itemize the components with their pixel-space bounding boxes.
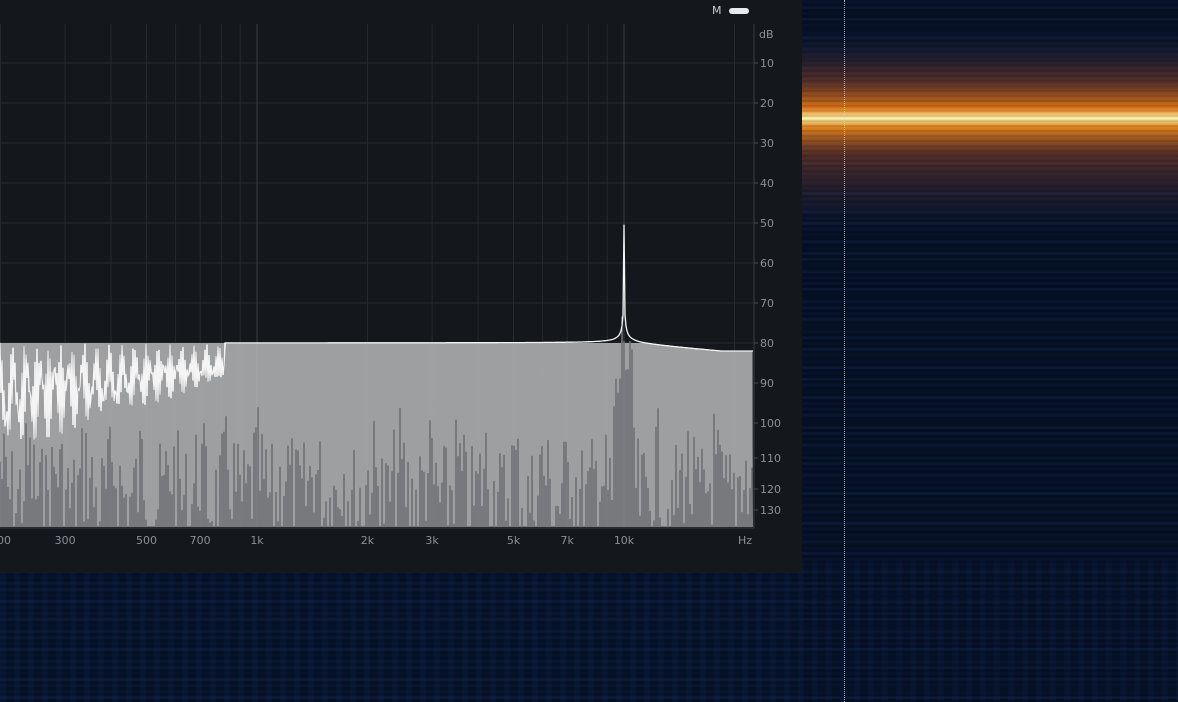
frequency-tick-labels: 200 300 500 700 1k 2k 3k 5k 7k 10k bbox=[0, 534, 635, 547]
frequency-tick-label: 2k bbox=[361, 534, 375, 547]
db-tick-label: 30 bbox=[760, 137, 774, 150]
db-tick-label: 80 bbox=[760, 337, 774, 350]
frequency-tick-label: 10k bbox=[614, 534, 635, 547]
frequency-tick-label: 3k bbox=[425, 534, 439, 547]
hz-unit-label: Hz bbox=[738, 534, 752, 547]
db-unit-label: dB bbox=[759, 28, 774, 41]
frequency-tick-label: 700 bbox=[190, 534, 211, 547]
playhead-cursor-line[interactable] bbox=[844, 0, 845, 702]
frequency-tick-label: 300 bbox=[55, 534, 76, 547]
db-tick-label: 120 bbox=[760, 483, 781, 496]
frequency-tick-label: 1k bbox=[250, 534, 264, 547]
frequency-tick-label: 7k bbox=[560, 534, 574, 547]
db-tick-label: 50 bbox=[760, 217, 774, 230]
db-tick-label: 70 bbox=[760, 297, 774, 310]
db-tick-label: 10 bbox=[760, 57, 774, 70]
mode-label: M bbox=[712, 4, 722, 17]
db-tick-label: 40 bbox=[760, 177, 774, 190]
db-tick-labels: 10 20 30 40 50 60 70 80 90 100 110 120 130 bbox=[754, 57, 781, 517]
db-tick-label: 60 bbox=[760, 257, 774, 270]
db-tick-label: 110 bbox=[760, 452, 781, 465]
db-tick-label: 130 bbox=[760, 504, 781, 517]
frequency-tick-label: 500 bbox=[136, 534, 157, 547]
spectrum-analyzer-window: dB Hz 10 20 30 40 50 60 70 80 90 100 110 120 130 200… bbox=[0, 0, 1178, 702]
spectrum-curves bbox=[0, 224, 753, 527]
frequency-tick-label: 200 bbox=[0, 534, 11, 547]
mode-toggle-button[interactable] bbox=[729, 8, 749, 14]
spectrum-analyzer-panel[interactable]: dB Hz 10 20 30 40 50 60 70 80 90 100 110 120 130 200… bbox=[0, 0, 802, 572]
db-tick-label: 20 bbox=[760, 97, 774, 110]
db-tick-label: 90 bbox=[760, 377, 774, 390]
db-tick-label: 100 bbox=[760, 417, 781, 430]
spectrum-chart[interactable]: dB Hz 10 20 30 40 50 60 70 80 90 100 110 120 130 200… bbox=[0, 0, 802, 572]
frequency-tick-label: 5k bbox=[507, 534, 521, 547]
